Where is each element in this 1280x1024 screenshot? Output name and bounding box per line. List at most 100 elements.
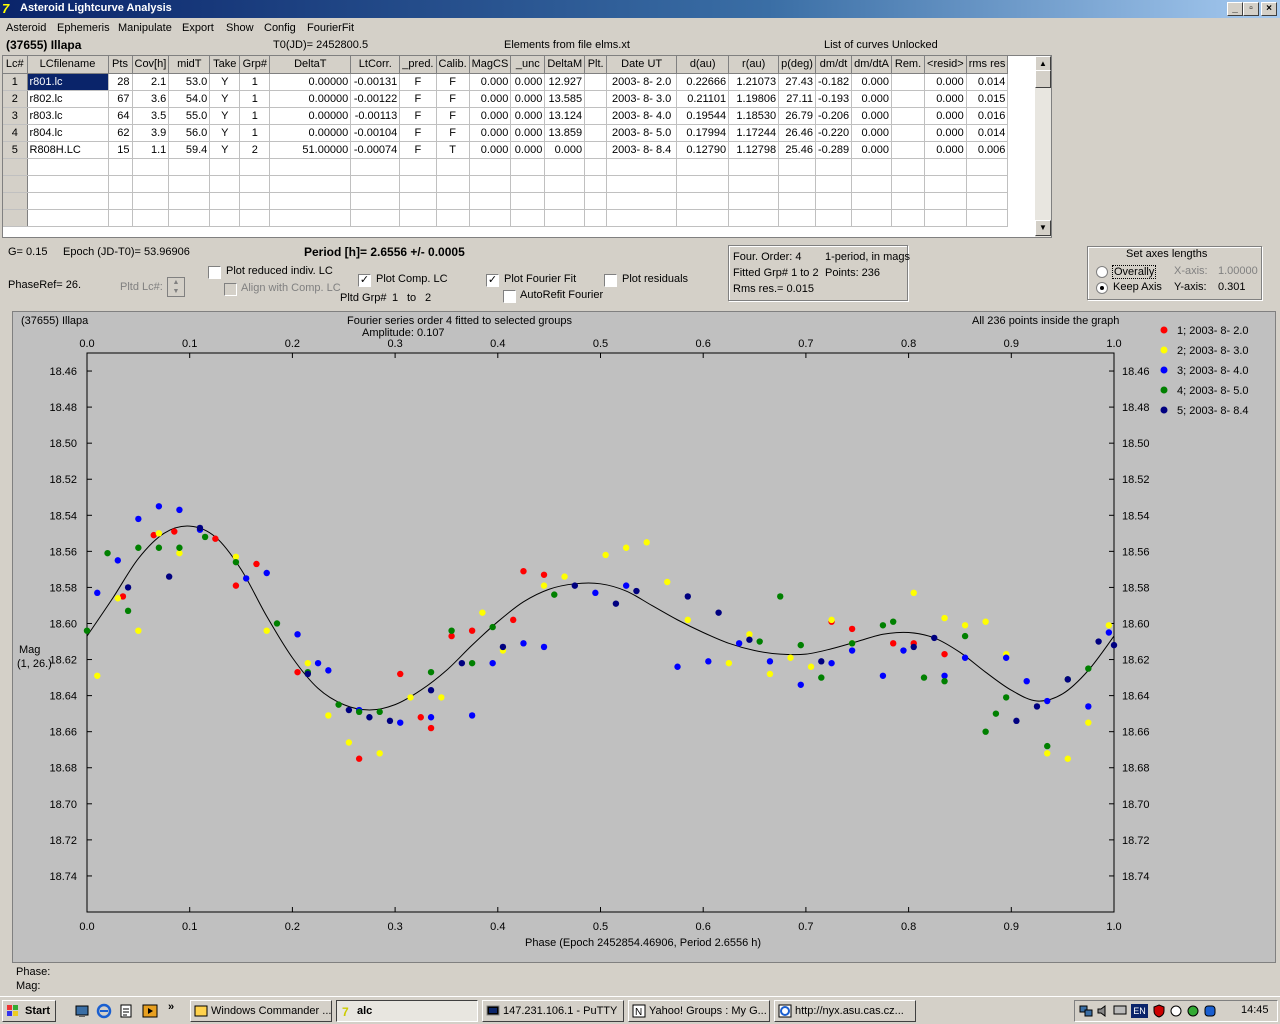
table-cell[interactable] — [891, 141, 926, 159]
table-cell[interactable] — [676, 158, 730, 176]
table-cell[interactable] — [891, 124, 926, 142]
internet-explorer-icon[interactable] — [96, 1003, 112, 1019]
table-cell[interactable]: 0.22666 — [676, 73, 730, 91]
table-cell[interactable] — [132, 175, 170, 193]
table-cell[interactable] — [108, 209, 133, 227]
empty-row[interactable] — [3, 192, 1009, 210]
table-cell[interactable] — [209, 192, 241, 210]
table-cell[interactable]: 0.000 — [469, 107, 512, 125]
table-cell[interactable]: -0.289 — [815, 141, 853, 159]
table-cell[interactable]: -0.00113 — [350, 107, 401, 125]
table-cell[interactable] — [399, 175, 437, 193]
clock-utility-icon[interactable] — [1169, 1004, 1183, 1018]
table-cell[interactable] — [728, 209, 780, 227]
column-header[interactable]: Take — [209, 56, 241, 74]
table-cell[interactable] — [108, 192, 133, 210]
table-cell[interactable]: 0.000 — [469, 141, 512, 159]
column-header[interactable]: DeltaT — [269, 56, 352, 74]
table-cell[interactable]: Y — [209, 124, 241, 142]
table-cell[interactable]: 26.46 — [778, 124, 816, 142]
table-cell[interactable] — [891, 175, 926, 193]
table-cell[interactable]: F — [399, 124, 437, 142]
grid-scrollbar[interactable]: ▲ ▼ — [1035, 56, 1051, 237]
column-header[interactable]: _pred. — [399, 56, 437, 74]
menu-ephemeris[interactable]: Ephemeris — [57, 22, 110, 34]
table-cell[interactable] — [469, 209, 512, 227]
table-cell[interactable] — [436, 175, 470, 193]
column-header[interactable]: Lc# — [3, 56, 28, 74]
menu-manipulate[interactable]: Manipulate — [118, 22, 172, 34]
table-cell[interactable]: 0.000 — [924, 141, 967, 159]
table-cell[interactable] — [544, 175, 586, 193]
table-cell[interactable] — [966, 175, 1009, 193]
table-cell[interactable]: F — [436, 90, 470, 108]
table-cell[interactable] — [584, 141, 608, 159]
table-cell[interactable] — [544, 158, 586, 176]
overally-radio[interactable] — [1096, 266, 1108, 278]
table-cell[interactable]: 0.000 — [469, 124, 512, 142]
table-cell[interactable] — [891, 158, 926, 176]
table-cell[interactable]: R808H.LC — [27, 141, 109, 159]
table-cell[interactable] — [350, 209, 401, 227]
table-cell[interactable]: F — [436, 73, 470, 91]
plot-comp-checkbox[interactable]: ✓ — [358, 274, 371, 287]
table-cell[interactable] — [399, 192, 437, 210]
table-cell[interactable] — [584, 209, 608, 227]
table-cell[interactable] — [399, 158, 437, 176]
table-cell[interactable] — [851, 192, 893, 210]
table-cell[interactable] — [399, 209, 437, 227]
table-cell[interactable]: 2003- 8- 3.0 — [606, 90, 678, 108]
table-cell[interactable] — [676, 192, 730, 210]
column-header[interactable]: DeltaM — [544, 56, 586, 74]
column-header[interactable]: Plt. — [584, 56, 608, 74]
table-cell[interactable] — [239, 158, 271, 176]
table-cell[interactable]: 0.00000 — [269, 90, 352, 108]
table-cell[interactable]: 3.9 — [132, 124, 170, 142]
table-cell[interactable]: 1.21073 — [728, 73, 780, 91]
empty-row[interactable] — [3, 158, 1009, 176]
table-cell[interactable]: 2 — [239, 141, 271, 159]
table-cell[interactable]: 0.000 — [924, 107, 967, 125]
table-cell[interactable] — [27, 209, 109, 227]
table-cell[interactable] — [27, 175, 109, 193]
table-cell[interactable] — [728, 192, 780, 210]
keep-axis-radio[interactable] — [1096, 282, 1108, 294]
row-number-cell[interactable]: 4 — [3, 124, 28, 142]
table-cell[interactable] — [510, 209, 546, 227]
table-cell[interactable] — [209, 209, 241, 227]
row-number-cell[interactable] — [3, 192, 28, 210]
show-desktop-icon[interactable] — [74, 1003, 90, 1019]
row-number-cell[interactable]: 2 — [3, 90, 28, 108]
table-cell[interactable] — [168, 192, 211, 210]
table-cell[interactable]: 2003- 8- 8.4 — [606, 141, 678, 159]
table-cell[interactable]: 1.12798 — [728, 141, 780, 159]
table-cell[interactable] — [209, 158, 241, 176]
table-cell[interactable] — [778, 192, 816, 210]
menu-export[interactable]: Export — [182, 22, 214, 34]
table-cell[interactable]: 51.00000 — [269, 141, 352, 159]
table-cell[interactable]: 56.0 — [168, 124, 211, 142]
table-cell[interactable] — [436, 158, 470, 176]
antivirus-icon[interactable] — [1152, 1004, 1166, 1018]
table-cell[interactable]: 3.6 — [132, 90, 170, 108]
volume-icon[interactable] — [1096, 1004, 1110, 1018]
column-header[interactable]: r(au) — [728, 56, 780, 74]
task-putty[interactable]: 147.231.106.1 - PuTTY — [482, 1000, 624, 1022]
media-player-icon[interactable] — [142, 1003, 158, 1019]
table-cell[interactable]: 0.006 — [966, 141, 1009, 159]
table-cell[interactable] — [168, 175, 211, 193]
table-cell[interactable]: F — [436, 107, 470, 125]
column-header[interactable]: _unc — [510, 56, 546, 74]
pltd-grp-from[interactable]: 1 — [392, 292, 398, 304]
start-button[interactable]: Start — [2, 1000, 56, 1022]
table-cell[interactable] — [924, 158, 967, 176]
table-cell[interactable] — [168, 209, 211, 227]
table-cell[interactable]: 55.0 — [168, 107, 211, 125]
table-cell[interactable]: Y — [209, 141, 241, 159]
table-cell[interactable]: 62 — [108, 124, 133, 142]
messenger-icon[interactable] — [1186, 1004, 1200, 1018]
table-cell[interactable] — [510, 158, 546, 176]
table-cell[interactable]: 0.000 — [851, 124, 893, 142]
table-cell[interactable]: 1.17244 — [728, 124, 780, 142]
column-header[interactable]: p(deg) — [778, 56, 816, 74]
